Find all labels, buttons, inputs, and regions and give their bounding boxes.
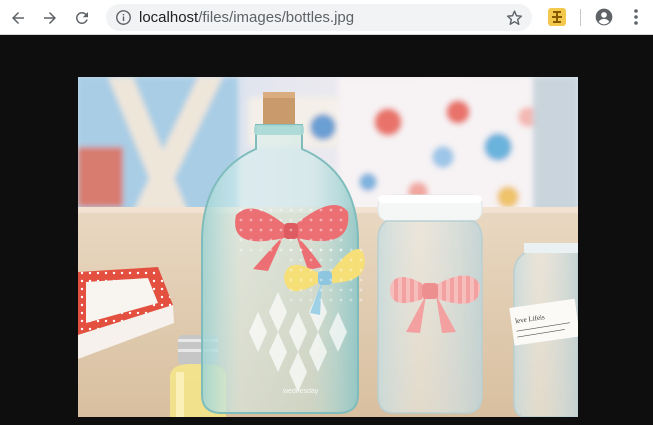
forward-button[interactable] (38, 6, 62, 30)
image-viewer: wednesday leve Lifeis (78, 77, 578, 417)
back-button[interactable] (6, 6, 30, 30)
bookmark-star-icon[interactable] (505, 8, 524, 27)
arrow-left-icon (12, 12, 24, 24)
bottles-photo: wednesday leve Lifeis (78, 77, 578, 417)
browser-toolbar: localhost/files/images/bottles.jpg (0, 0, 653, 35)
url-text[interactable]: localhost/files/images/bottles.jpg (139, 9, 354, 26)
right-jar: leve Lifeis (509, 243, 578, 417)
url-path: /files/images/bottles.jpg (198, 9, 355, 26)
extension-icon[interactable] (548, 8, 566, 26)
reload-button[interactable] (70, 6, 94, 30)
info-icon[interactable] (115, 9, 132, 26)
toolbar-divider (580, 9, 581, 26)
url-host: localhost (139, 9, 199, 26)
menu-icon[interactable] (628, 8, 644, 26)
bottle-label-text: wednesday (282, 388, 319, 395)
glass-jar (377, 194, 483, 414)
arrow-right-icon (44, 12, 56, 24)
yellow-bow (284, 247, 368, 315)
profile-icon[interactable] (594, 7, 614, 27)
address-bar[interactable]: localhost/files/images/bottles.jpg (106, 4, 532, 31)
extension-glyph-icon (552, 11, 562, 23)
reload-icon (75, 11, 88, 24)
